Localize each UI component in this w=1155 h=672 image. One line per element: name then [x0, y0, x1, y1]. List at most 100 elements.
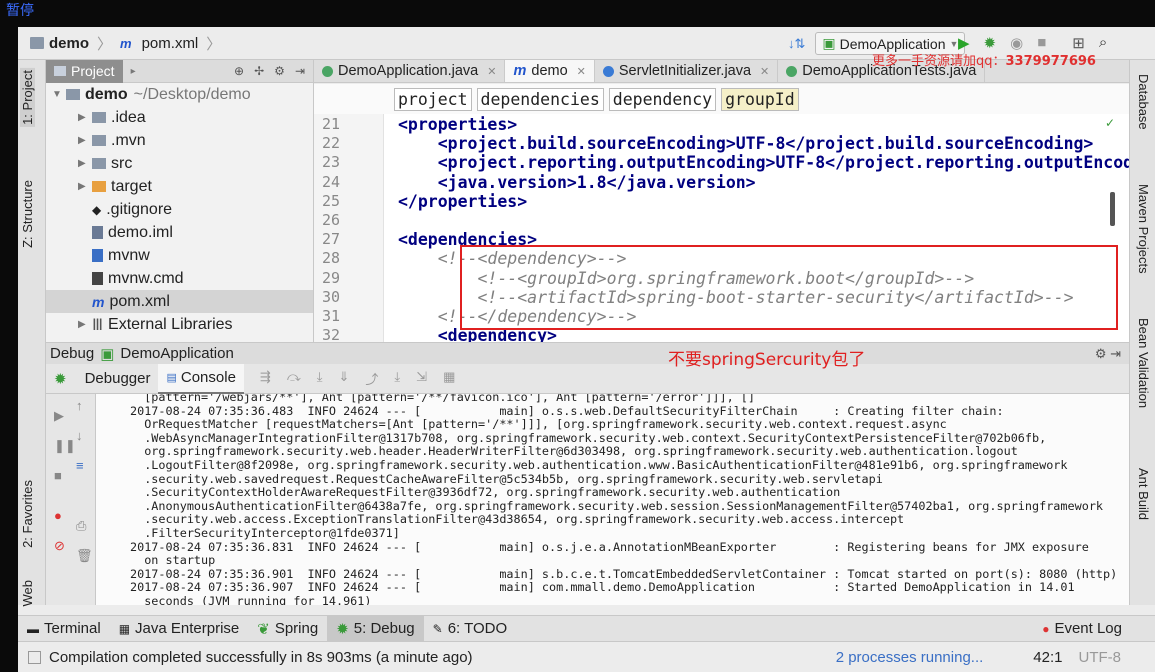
scroll-up-icon[interactable]: ↑ [76, 398, 83, 413]
tab-label: Console [180, 369, 236, 386]
tab-todo[interactable]: ✎ 6: TODO [424, 616, 517, 642]
drop-frame-icon[interactable]: ⤓ [394, 369, 400, 388]
tab-web[interactable]: Web [20, 580, 35, 607]
code-line: <java.version>1.8</java.version> [398, 172, 756, 192]
line-number: 31 [322, 307, 341, 325]
expand-icon[interactable]: ▶ [78, 319, 92, 330]
tab-bean-validation[interactable]: Bean Validation [1136, 318, 1151, 408]
tab-project[interactable]: 1: Project [20, 68, 35, 127]
event-log-icon: ● [1042, 621, 1050, 636]
tab-favorites[interactable]: 2: Favorites [20, 480, 35, 548]
debug-config[interactable]: DemoApplication [120, 345, 233, 362]
tree-root[interactable]: ▼ demo ~/Desktop/demo [46, 83, 313, 106]
step-into-icon[interactable]: ⤓ [317, 369, 323, 388]
tab-debugger[interactable]: Debugger [77, 364, 159, 394]
xml-crumb[interactable]: dependencies [476, 87, 604, 111]
run-to-cursor-icon[interactable]: ⇲ [416, 369, 427, 388]
tab-spring[interactable]: ❦ Spring [248, 616, 327, 642]
tab-debug[interactable]: ✹ 5: Debug [327, 615, 424, 642]
tree-item[interactable]: ▶ src [46, 152, 313, 175]
tab-database[interactable]: Database [1136, 74, 1151, 130]
spring-boot-icon: ▣ [100, 345, 115, 363]
resume-icon[interactable]: ▶ [54, 408, 64, 424]
tree-item[interactable]: ◆ .gitignore [46, 198, 313, 221]
expand-icon[interactable]: ▶ [78, 135, 92, 146]
debug-tabs: ✹ Debugger ▤ Console ⇶ ⤼ ⤓ ⇓ ⤴ ⤓ ⇲ ▦ [46, 363, 1129, 394]
stop-icon[interactable]: ■ [54, 468, 62, 483]
tab-servlet-initializer[interactable]: ServletInitializer.java ✕ [595, 60, 779, 82]
close-icon[interactable]: ✕ [760, 65, 769, 78]
scroll-down-icon[interactable]: ↓ [76, 428, 83, 443]
caret-position[interactable]: 42:1 [1033, 649, 1062, 666]
expand-icon[interactable]: ▶ [78, 181, 92, 192]
hide-icon[interactable]: ⇥ [295, 64, 305, 78]
breadcrumb-project[interactable]: demo [49, 35, 89, 52]
pause-icon[interactable]: ❚❚ [54, 438, 76, 454]
build-icon[interactable]: ↓⇅ [788, 36, 805, 52]
evaluate-icon[interactable]: ▦ [443, 369, 455, 388]
tab-console[interactable]: ▤ Console [158, 363, 244, 394]
breadcrumb-file[interactable]: pom.xml [142, 35, 199, 52]
xml-crumb[interactable]: project [394, 87, 472, 111]
tree-item[interactable]: demo.iml [46, 221, 313, 244]
tab-label: demo [531, 63, 568, 79]
tab-java-enterprise[interactable]: ▦ Java Enterprise [110, 616, 249, 642]
class-icon [602, 65, 614, 77]
soft-wrap-icon[interactable]: ≡ [76, 458, 84, 473]
tab-ant-build[interactable]: Ant Build [1136, 468, 1151, 520]
tab-maven-projects[interactable]: Maven Projects [1136, 184, 1151, 274]
expand-icon[interactable]: ▼ [52, 89, 66, 100]
print-icon[interactable]: ⎙ [76, 518, 86, 534]
tree-item[interactable]: mvnw.cmd [46, 267, 313, 290]
tab-structure[interactable]: Z: Structure [20, 180, 35, 248]
close-icon[interactable]: ✕ [577, 65, 586, 78]
locate-icon[interactable]: ⊕ [234, 64, 244, 78]
step-over-icon[interactable]: ⤼ [287, 369, 301, 388]
tree-item-selected[interactable]: m pom.xml [46, 290, 313, 313]
tool-windows-toggle-icon[interactable] [28, 650, 41, 664]
project-view-selector[interactable]: Project [46, 60, 123, 83]
tab-demo-application[interactable]: DemoApplication.java ✕ [314, 60, 506, 82]
processes-status[interactable]: 2 processes running... [836, 649, 984, 666]
folder-icon [92, 158, 106, 169]
expand-icon[interactable]: ▶ [78, 112, 92, 123]
breakpoints-icon[interactable]: ● [54, 508, 62, 523]
tab-event-log[interactable]: ● Event Log [1033, 616, 1131, 642]
step-out-icon[interactable]: ⤴ [365, 369, 378, 388]
line-number: 32 [322, 326, 341, 342]
file-encoding[interactable]: UTF-8 [1079, 649, 1122, 666]
expand-icon[interactable]: ▶ [78, 158, 92, 169]
console-line: 2017-08-24 07:35:36.483 INFO 24624 --- [… [130, 403, 1004, 418]
collapse-icon[interactable]: ✢ [254, 64, 264, 78]
force-step-into-icon[interactable]: ⇓ [338, 369, 349, 388]
project-panel-header: Project ▸ ⊕ ✢ ⚙ ⇥ [46, 60, 313, 83]
tree-item[interactable]: ▶ .mvn [46, 129, 313, 152]
tree-item[interactable]: mvnw [46, 244, 313, 267]
console-line: 2017-08-24 07:35:36.907 INFO 24624 --- [… [130, 580, 1075, 595]
console-line: on startup [130, 553, 216, 568]
search-icon[interactable]: ⌕ [1099, 34, 1107, 52]
tree-item[interactable]: ▶ target [46, 175, 313, 198]
xml-crumb-current[interactable]: groupId [721, 87, 799, 111]
watermark-number: 3379977696 [1005, 54, 1096, 69]
console-line: .security.web.access.ExceptionTranslatio… [130, 512, 905, 527]
file-icon [92, 249, 103, 262]
gear-icon[interactable]: ⚙ [274, 64, 285, 78]
rerun-icon[interactable]: ✹ [54, 370, 67, 388]
file-icon [92, 272, 103, 285]
editor-scrollbar[interactable] [1110, 192, 1115, 226]
mute-breakpoints-icon[interactable]: ⊘ [54, 538, 65, 554]
close-icon[interactable]: ✕ [487, 65, 496, 78]
xml-crumb[interactable]: dependency [608, 87, 717, 111]
tree-item[interactable]: ▶ .idea [46, 106, 313, 129]
tab-pom[interactable]: m demo ✕ [505, 60, 595, 82]
console-line: org.springframework.security.web.header.… [130, 444, 1018, 459]
console-line: .LogoutFilter@8f2098e, org.springframewo… [130, 458, 1068, 472]
tab-terminal[interactable]: ▬ Terminal [18, 616, 110, 642]
tree-item-external-libraries[interactable]: ▶ Ⅲ External Libraries [46, 313, 313, 336]
show-execution-point-icon[interactable]: ⇶ [260, 369, 271, 388]
clear-icon[interactable]: 🗑 [76, 548, 93, 564]
chevron-right-icon[interactable]: ▸ [131, 66, 136, 77]
gear-icon[interactable]: ⚙ ⇥ [1095, 346, 1121, 362]
console-output[interactable]: [pattern='/webjars/**'], Ant [pattern='/… [96, 394, 1129, 605]
